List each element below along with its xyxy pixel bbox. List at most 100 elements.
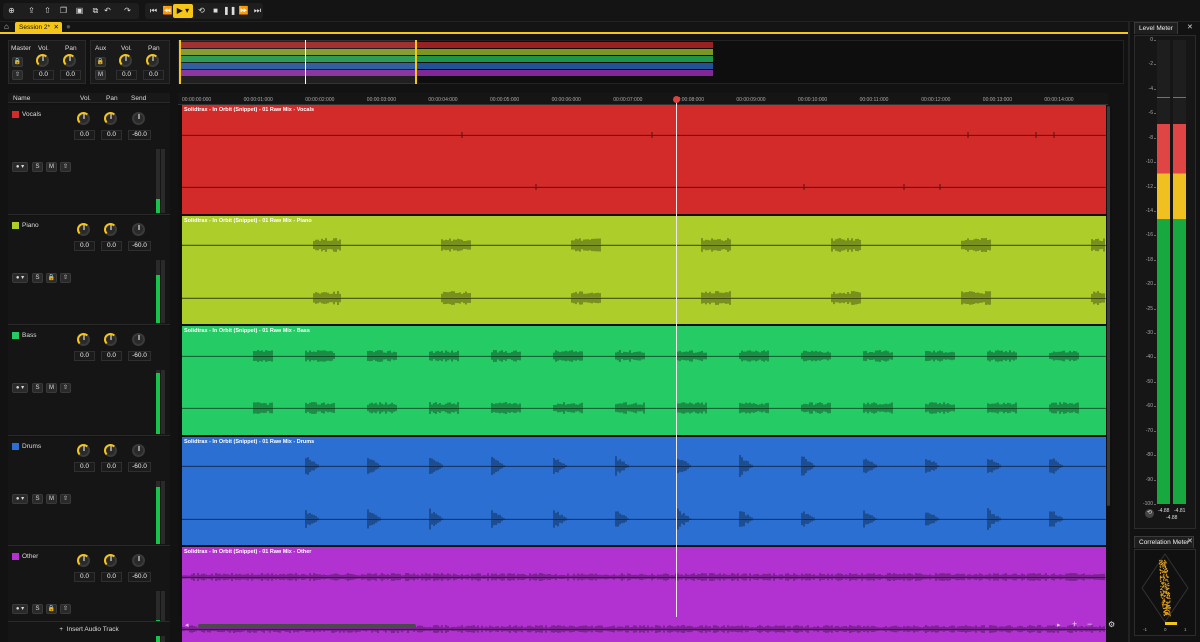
level-meter-close-icon[interactable]: ✕ xyxy=(1187,23,1193,31)
horizontal-scrollbar[interactable] xyxy=(198,624,416,628)
track-header-vocals[interactable]: Vocals 0.0 0.0 -60.0 ● ▾ S M ⇧ xyxy=(8,105,170,215)
track-color-swatch[interactable] xyxy=(12,553,19,560)
track-lock-icon[interactable]: 🔒 xyxy=(46,272,57,283)
correlation-close-icon[interactable]: ✕ xyxy=(1187,537,1193,545)
aux-lock-icon[interactable]: 🔒 xyxy=(95,57,106,67)
track-pan-knob[interactable] xyxy=(104,333,117,346)
track-solo-button[interactable]: S xyxy=(32,162,43,172)
track-pan-knob[interactable] xyxy=(104,112,117,125)
track-pan-value[interactable]: 0.0 xyxy=(101,461,122,472)
track-send-knob[interactable] xyxy=(132,333,145,346)
pause-icon[interactable]: ❚❚ xyxy=(223,4,236,18)
home-tab-icon[interactable]: ⌂ xyxy=(4,22,9,31)
track-input-dropdown[interactable]: ● ▾ xyxy=(12,493,28,504)
track-export-icon[interactable]: ⇧ xyxy=(60,162,71,172)
track-input-dropdown[interactable]: ● ▾ xyxy=(12,272,28,283)
track-pan-value[interactable]: 0.0 xyxy=(101,351,122,361)
track-export-icon[interactable]: ⇧ xyxy=(60,604,71,614)
track-mute-button[interactable]: M xyxy=(46,493,57,504)
track-vol-value[interactable]: 0.0 xyxy=(74,240,95,251)
track-vol-knob[interactable] xyxy=(77,222,90,236)
zoom-out-icon[interactable]: − xyxy=(1087,619,1092,629)
copy-icon[interactable]: ❐ xyxy=(57,4,70,18)
track-header-bass[interactable]: Bass 0.0 0.0 -60.0 ● ▾ S M ⇧ xyxy=(8,326,170,436)
add-icon[interactable]: ⊕ xyxy=(5,4,18,18)
track-lane-vocals[interactable]: Solidtrax - In Orbit (Snippet) - 01 Raw … xyxy=(182,105,1106,215)
track-input-dropdown[interactable]: ● ▾ xyxy=(12,604,28,614)
track-lane-piano[interactable]: Solidtrax - In Orbit (Snippet) - 01 Raw … xyxy=(182,215,1106,325)
track-lane-bass[interactable]: Solidtrax - In Orbit (Snippet) - 01 Raw … xyxy=(182,326,1106,436)
track-color-swatch[interactable] xyxy=(12,442,19,450)
track-solo-button[interactable]: S xyxy=(32,272,43,283)
tab-session[interactable]: Session 2* ✕ xyxy=(15,22,62,33)
track-export-icon[interactable]: ⇧ xyxy=(60,272,71,283)
track-pan-knob[interactable] xyxy=(104,222,117,236)
zoom-in-icon[interactable]: + xyxy=(1072,619,1077,629)
track-send-knob[interactable] xyxy=(132,443,145,457)
stop-icon[interactable]: ■ xyxy=(209,4,222,18)
close-tab-icon[interactable]: ✕ xyxy=(54,22,59,33)
level-reset-icon[interactable]: ⟲ xyxy=(1145,509,1154,518)
vertical-scrollbar[interactable] xyxy=(1107,106,1110,506)
aux-pan-value[interactable]: 0.0 xyxy=(143,70,164,80)
track-vol-value[interactable]: 0.0 xyxy=(74,572,95,582)
track-pan-value[interactable]: 0.0 xyxy=(101,130,122,140)
track-export-icon[interactable]: ⇧ xyxy=(60,383,71,393)
track-input-dropdown[interactable]: ● ▾ xyxy=(12,162,28,172)
track-lane-drums[interactable]: Solidtrax - In Orbit (Snippet) - 01 Raw … xyxy=(182,436,1106,546)
track-vol-value[interactable]: 0.0 xyxy=(74,461,95,472)
track-send-value[interactable]: -60.0 xyxy=(128,461,151,472)
aux-pan-knob[interactable] xyxy=(146,54,159,67)
scroll-left-icon[interactable]: ◂ xyxy=(185,621,189,629)
upload-icon[interactable]: ⇪ xyxy=(25,4,38,18)
track-name[interactable]: Bass xyxy=(22,332,36,339)
track-pan-value[interactable]: 0.0 xyxy=(101,240,122,251)
track-vol-value[interactable]: 0.0 xyxy=(74,351,95,361)
settings-icon[interactable]: ⚙ xyxy=(1108,620,1115,629)
track-lock-icon[interactable]: 🔒 xyxy=(46,604,57,614)
track-solo-button[interactable]: S xyxy=(32,383,43,393)
track-send-knob[interactable] xyxy=(132,112,145,125)
aux-vol-knob[interactable] xyxy=(119,54,132,67)
track-name[interactable]: Piano xyxy=(22,222,39,229)
track-vol-knob[interactable] xyxy=(77,554,90,567)
scroll-right-icon[interactable]: ▸ xyxy=(1057,621,1061,629)
side-divider[interactable] xyxy=(1128,22,1130,642)
correlation-meter-tab[interactable]: Correlation Meter xyxy=(1134,536,1195,548)
track-send-knob[interactable] xyxy=(132,222,145,236)
aux-mute-button[interactable]: M xyxy=(95,70,106,80)
skip-start-icon[interactable]: ⏮ xyxy=(147,4,160,18)
overview-viewport[interactable] xyxy=(179,40,417,84)
aux-vol-value[interactable]: 0.0 xyxy=(116,70,137,80)
track-vol-knob[interactable] xyxy=(77,112,90,125)
master-export-icon[interactable]: ⇧ xyxy=(12,70,23,80)
playhead[interactable] xyxy=(676,97,678,617)
track-color-swatch[interactable] xyxy=(12,221,19,229)
track-send-value[interactable]: -60.0 xyxy=(128,351,151,361)
track-export-icon[interactable]: ⇧ xyxy=(60,493,71,504)
redo-icon[interactable]: ↷ xyxy=(121,4,134,18)
track-header-piano[interactable]: Piano 0.0 0.0 -60.0 ● ▾ S 🔒 ⇧ xyxy=(8,215,170,325)
track-mute-button[interactable]: M xyxy=(46,162,57,172)
track-input-dropdown[interactable]: ● ▾ xyxy=(12,383,28,393)
track-send-value[interactable]: -60.0 xyxy=(128,240,151,251)
new-tab-icon[interactable]: ● xyxy=(66,22,71,31)
track-name[interactable]: Vocals xyxy=(22,111,41,118)
track-solo-button[interactable]: S xyxy=(32,493,43,504)
track-vol-knob[interactable] xyxy=(77,333,90,346)
track-name[interactable]: Other xyxy=(22,553,38,560)
paste-icon[interactable]: ▣ xyxy=(73,4,86,18)
insert-audio-track-button[interactable]: + Insert Audio Track xyxy=(8,621,170,636)
track-solo-button[interactable]: S xyxy=(32,604,43,614)
track-send-value[interactable]: -60.0 xyxy=(128,130,151,140)
loop-icon[interactable]: ⟲ xyxy=(195,4,208,18)
master-vol-knob[interactable] xyxy=(36,54,49,67)
master-lock-icon[interactable]: 🔒 xyxy=(12,57,23,67)
fast-forward-icon[interactable]: ⏩ xyxy=(237,4,250,18)
master-pan-knob[interactable] xyxy=(63,54,76,67)
duplicate-icon[interactable]: ⧉ xyxy=(89,4,102,18)
track-vol-knob[interactable] xyxy=(77,443,90,457)
track-color-swatch[interactable] xyxy=(12,332,19,339)
skip-end-icon[interactable]: ⏭ xyxy=(251,4,264,18)
track-send-value[interactable]: -60.0 xyxy=(128,572,151,582)
